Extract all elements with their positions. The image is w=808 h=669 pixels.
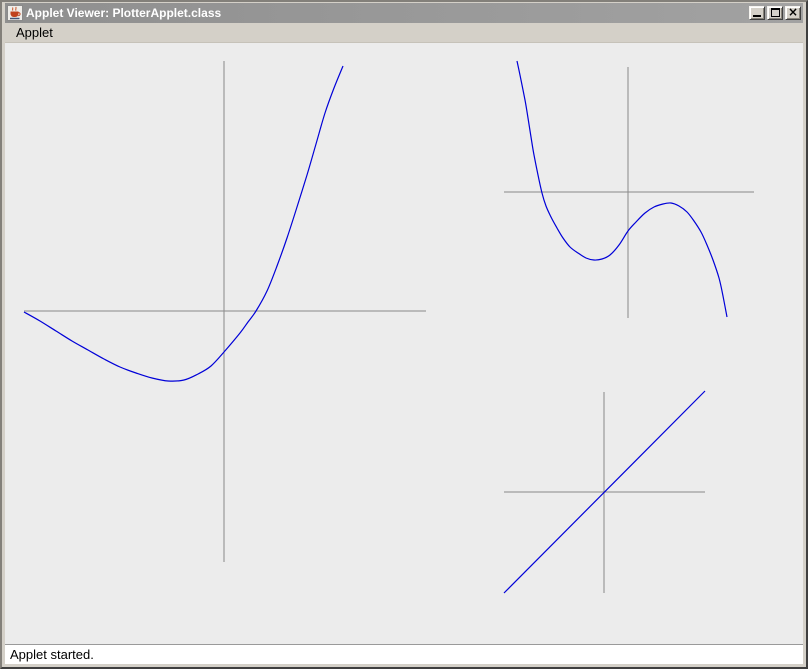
window-title: Applet Viewer: PlotterApplet.class: [26, 6, 744, 21]
title-bar[interactable]: Applet Viewer: PlotterApplet.class ×: [5, 3, 803, 23]
close-icon: ×: [788, 7, 798, 17]
status-bar: Applet started.: [5, 644, 803, 664]
plots-svg: [5, 43, 803, 644]
status-text: Applet started.: [10, 647, 94, 662]
maximize-button[interactable]: [767, 6, 783, 20]
applet-canvas: [5, 43, 803, 644]
close-button[interactable]: ×: [785, 6, 801, 20]
java-coffee-cup-icon-svg: [7, 5, 23, 21]
menu-item-applet[interactable]: Applet: [10, 23, 59, 42]
minimize-icon: [753, 15, 761, 17]
window-controls: ×: [747, 6, 801, 20]
maximize-icon: [771, 8, 780, 17]
plot-left-curve: [24, 66, 343, 381]
minimize-button[interactable]: [749, 6, 765, 20]
applet-viewer-window: Applet Viewer: PlotterApplet.class × App…: [0, 0, 808, 669]
java-coffee-cup-icon[interactable]: [7, 5, 23, 21]
menu-bar: Applet: [5, 23, 803, 43]
plot-bottom-right-curve: [504, 391, 705, 593]
plot-top-right-curve: [517, 61, 727, 317]
